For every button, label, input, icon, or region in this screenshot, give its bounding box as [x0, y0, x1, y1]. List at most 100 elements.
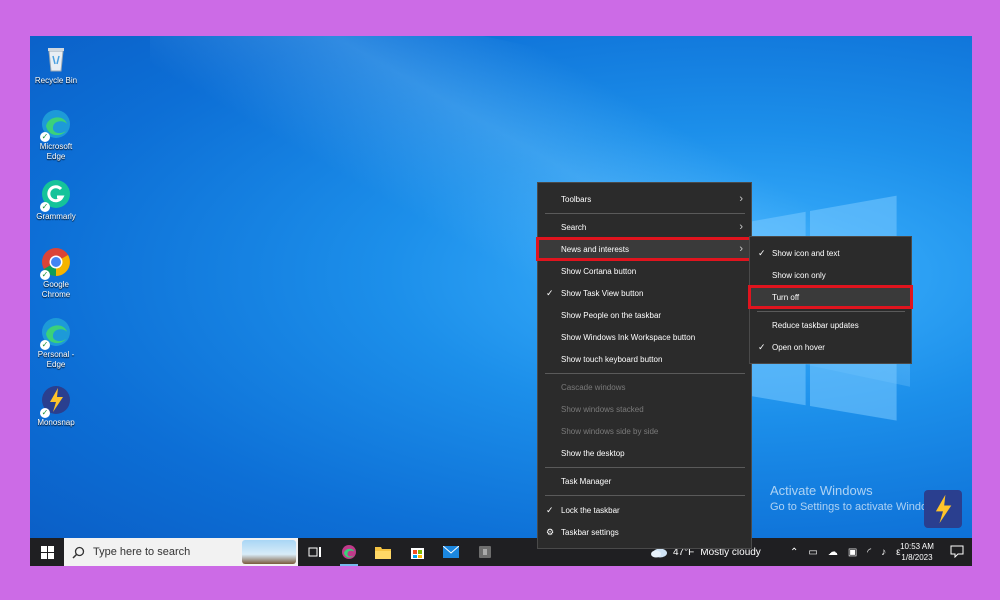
wifi-icon[interactable]: ◜ — [867, 547, 871, 558]
checkmark-icon: ✓ — [546, 288, 554, 298]
menu-divider — [545, 495, 745, 496]
menu-item-show-windows-ink[interactable]: Show Windows Ink Workspace button — [538, 327, 751, 347]
taskbar[interactable]: Type here to search 47°F Mostly cloudy ⌃ — [30, 538, 972, 566]
submenu-item-open-on-hover[interactable]: ✓ Open on hover — [750, 337, 911, 357]
menu-item-label: Show Cortana button — [561, 266, 637, 276]
desktop-icon-chrome[interactable]: ✓ Google Chrome — [30, 246, 82, 300]
search-placeholder: Type here to search — [93, 546, 191, 558]
desktop-icon-personal-edge[interactable]: ✓ Personal - Edge — [30, 316, 82, 370]
menu-item-label: News and interests — [561, 244, 630, 254]
taskbar-clock[interactable]: 10:53 AM 1/8/2023 — [892, 541, 942, 563]
submenu-item-reduce-taskbar-updates[interactable]: Reduce taskbar updates — [750, 315, 911, 335]
menu-item-label: Show touch keyboard button — [561, 354, 663, 364]
submenu-item-label: Show icon only — [772, 270, 826, 280]
taskbar-search-box[interactable]: Type here to search — [64, 538, 298, 566]
menu-item-show-the-desktop[interactable]: Show the desktop — [538, 443, 751, 463]
menu-item-label: Show People on the taskbar — [561, 310, 662, 320]
menu-item-show-task-view-button[interactable]: ✓ Show Task View button — [538, 283, 751, 303]
menu-item-label: Show windows side by side — [561, 426, 659, 436]
windows-logo-icon — [40, 545, 54, 559]
menu-item-label: Lock the taskbar — [561, 505, 620, 515]
start-button[interactable] — [30, 538, 64, 566]
checkmark-icon: ✓ — [546, 505, 554, 515]
battery-icon[interactable]: ▭ — [808, 547, 817, 558]
desktop-icon-monosnap[interactable]: ✓ Monosnap — [30, 384, 82, 428]
notification-icon — [950, 545, 964, 559]
onedrive-icon[interactable]: ☁ — [828, 547, 838, 558]
menu-item-label: Taskbar settings — [561, 527, 619, 537]
activate-windows-watermark: Activate Windows Go to Settings to activ… — [770, 483, 944, 513]
action-center-button[interactable] — [950, 544, 964, 559]
taskbar-app-mail[interactable] — [434, 538, 468, 566]
desktop-icon-label: Personal - Edge — [37, 350, 75, 369]
task-view-button[interactable] — [298, 538, 332, 566]
activate-subtitle: Go to Settings to activate Windows. — [770, 501, 944, 513]
clock-date: 1/8/2023 — [901, 553, 933, 562]
menu-item-show-people[interactable]: Show People on the taskbar — [538, 305, 751, 325]
monosnap-overlay-icon[interactable] — [924, 490, 962, 528]
network-icon[interactable]: ▣ — [848, 547, 857, 558]
desktop-icon-grammarly[interactable]: ✓ Grammarly — [30, 178, 82, 222]
submenu-item-show-icon-only[interactable]: Show icon only — [750, 265, 911, 285]
menu-item-label: Show windows stacked — [561, 404, 644, 414]
desktop-icon-label: Google Chrome — [41, 280, 71, 299]
submenu-item-turn-off[interactable]: Turn off — [748, 285, 913, 309]
menu-item-toolbars[interactable]: Toolbars › — [538, 189, 751, 209]
recycle-bin-icon — [40, 42, 72, 74]
taskbar-context-menu: Toolbars › Search › News and interests ›… — [536, 182, 753, 549]
menu-item-label: Show Windows Ink Workspace button — [561, 332, 696, 342]
menu-item-show-windows-side-by-side: Show windows side by side — [538, 421, 751, 441]
folder-icon — [375, 547, 391, 559]
menu-item-label: Task Manager — [561, 476, 612, 486]
menu-item-label: Cascade windows — [561, 382, 626, 392]
menu-divider — [545, 373, 745, 374]
search-icon — [72, 546, 85, 559]
shortcut-check-icon: ✓ — [40, 408, 50, 418]
menu-item-lock-the-taskbar[interactable]: ✓ Lock the taskbar — [538, 500, 751, 520]
menu-divider — [545, 213, 745, 214]
shortcut-check-icon: ✓ — [40, 132, 50, 142]
desktop-icon-recycle-bin[interactable]: Recycle Bin — [30, 42, 82, 86]
taskbar-app-generic[interactable] — [468, 538, 502, 566]
submenu-item-label: Show icon and text — [772, 248, 840, 258]
submenu-item-label: Turn off — [772, 292, 800, 302]
menu-item-label: Toolbars — [561, 194, 592, 204]
menu-item-search[interactable]: Search › — [538, 217, 751, 237]
task-view-icon — [308, 547, 321, 557]
menu-item-taskbar-settings[interactable]: ⚙ Taskbar settings — [538, 522, 751, 542]
system-tray[interactable]: ⌃ ▭ ☁ ▣ ◜ ♪ ε — [785, 538, 906, 566]
menu-item-show-touch-keyboard[interactable]: Show touch keyboard button — [538, 349, 751, 369]
taskbar-app-file-explorer[interactable] — [366, 538, 400, 566]
activate-title: Activate Windows — [770, 483, 873, 498]
chevron-right-icon: › — [739, 193, 743, 205]
desktop-icon-label: Monosnap — [37, 418, 75, 427]
menu-divider — [545, 467, 745, 468]
desktop-icon-label: Grammarly — [36, 212, 76, 221]
menu-item-show-cortana-button[interactable]: Show Cortana button — [538, 261, 751, 281]
submenu-item-show-icon-and-text[interactable]: ✓ Show icon and text — [750, 243, 911, 263]
volume-icon[interactable]: ♪ — [881, 547, 886, 558]
shortcut-check-icon: ✓ — [40, 270, 50, 280]
checkmark-icon: ✓ — [758, 248, 766, 258]
store-icon — [410, 547, 424, 559]
menu-item-task-manager[interactable]: Task Manager — [538, 471, 751, 491]
chevron-right-icon: › — [739, 221, 743, 233]
desktop-icon-edge[interactable]: ✓ Microsoft Edge — [30, 108, 82, 162]
shortcut-check-icon: ✓ — [40, 340, 50, 350]
menu-item-news-and-interests[interactable]: News and interests › — [536, 237, 753, 261]
taskbar-app-edge[interactable] — [332, 538, 366, 566]
show-hidden-icons-chevron-icon[interactable]: ⌃ — [790, 547, 798, 558]
grammarly-icon: ✓ — [40, 178, 72, 212]
chevron-right-icon: › — [739, 243, 743, 255]
mail-icon — [443, 546, 459, 558]
monosnap-icon: ✓ — [40, 384, 72, 418]
clock-time: 10:53 AM — [900, 542, 934, 551]
gear-icon: ⚙ — [546, 527, 555, 537]
desktop-icon-label: Recycle Bin — [34, 76, 78, 85]
menu-item-label: Show the desktop — [561, 448, 625, 458]
edge-icon: ✓ — [40, 316, 72, 350]
submenu-item-label: Reduce taskbar updates — [772, 320, 859, 330]
menu-divider — [757, 311, 905, 312]
taskbar-app-store[interactable] — [400, 538, 434, 566]
edge-icon — [342, 545, 356, 559]
